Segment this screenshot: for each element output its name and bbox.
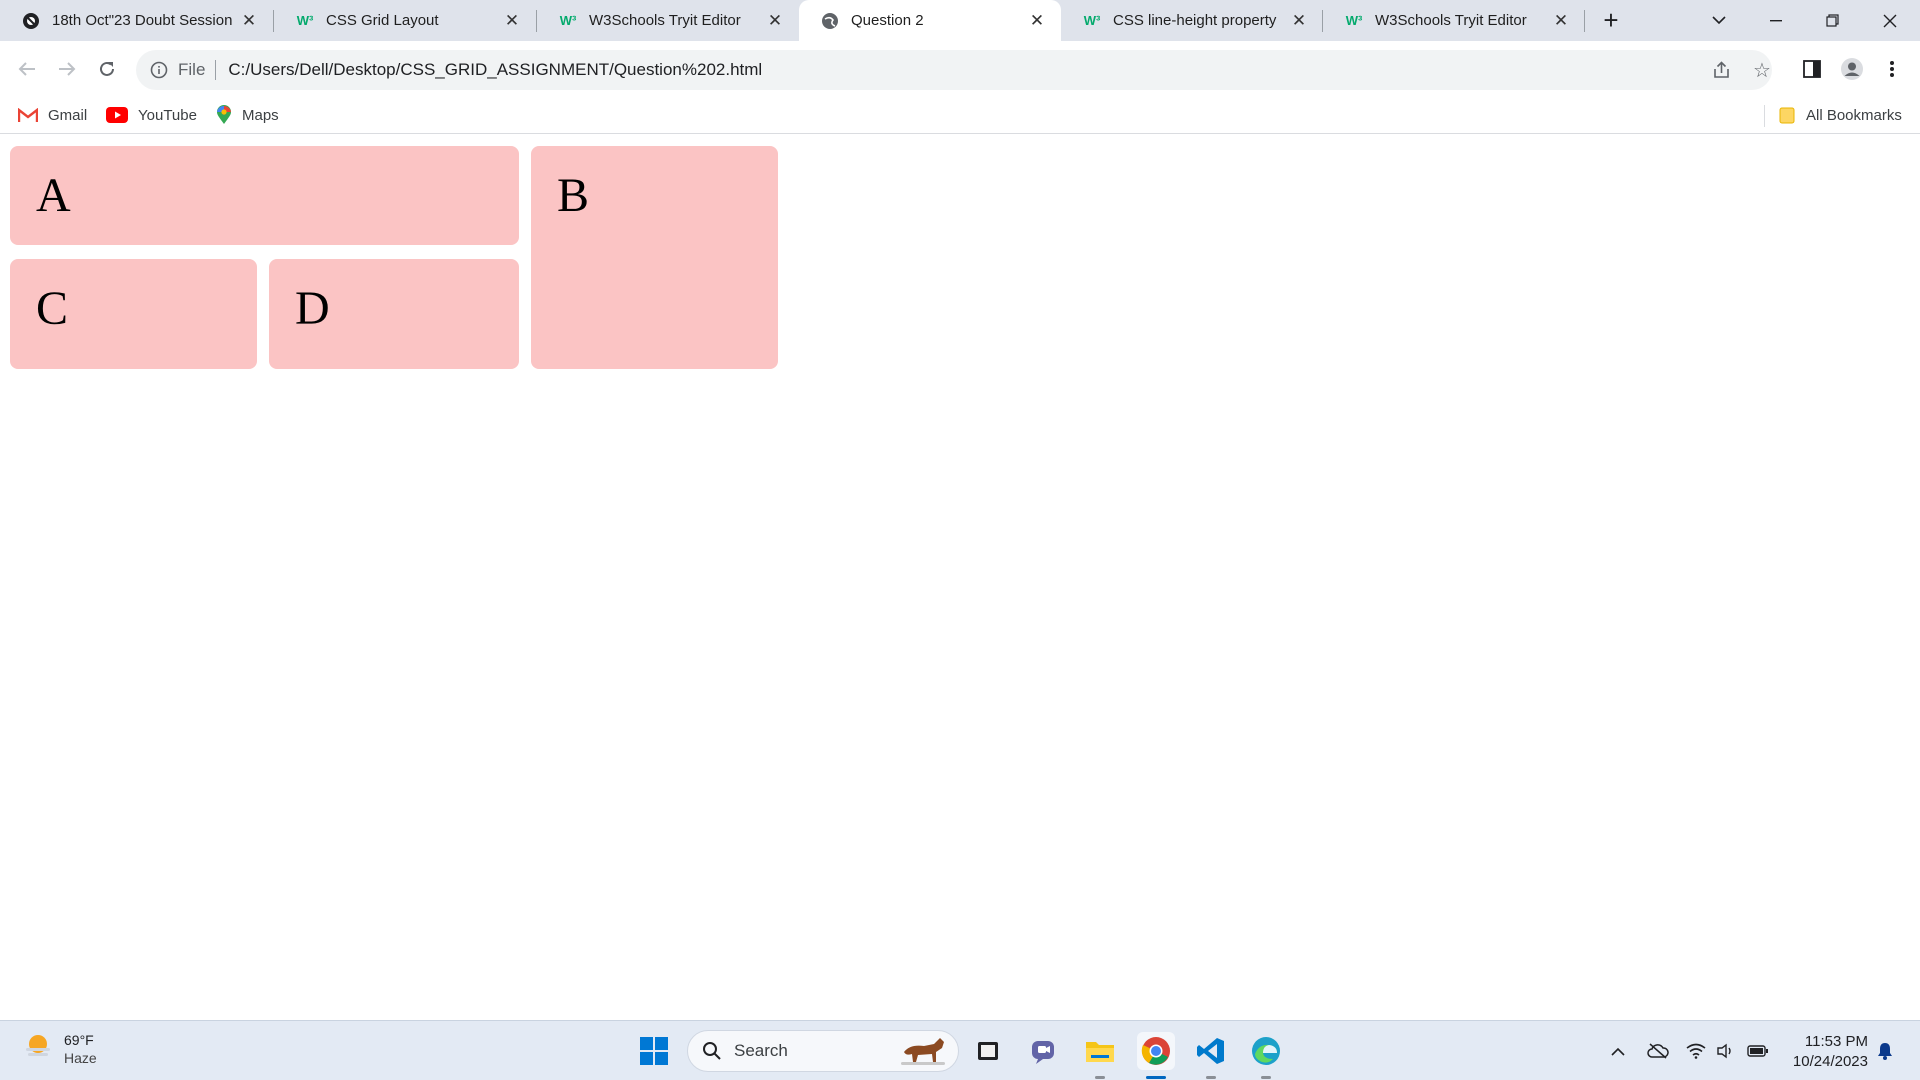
battery-icon[interactable]: [1746, 1039, 1770, 1063]
grid-item-a: A: [10, 146, 519, 245]
back-button[interactable]: [9, 51, 45, 87]
bookmark-star-icon[interactable]: ☆: [1750, 58, 1774, 82]
tab-css-grid-layout[interactable]: W³ CSS Grid Layout ✕: [274, 0, 536, 41]
weather-sun-icon: [22, 1030, 54, 1067]
w3schools-icon: W³: [1083, 13, 1101, 28]
tab-tryit-editor-1[interactable]: W³ W3Schools Tryit Editor ✕: [537, 0, 799, 41]
start-button[interactable]: [635, 1032, 673, 1070]
notification-bell-icon[interactable]: [1873, 1039, 1897, 1063]
task-view-icon[interactable]: [969, 1032, 1007, 1070]
reload-button[interactable]: [89, 51, 125, 87]
edge-icon[interactable]: [1247, 1032, 1285, 1070]
tab-title: 18th Oct"23 Doubt Session: [52, 12, 233, 29]
file-explorer-icon[interactable]: [1081, 1032, 1119, 1070]
tab-strip: 18th Oct"23 Doubt Session ✕ W³ CSS Grid …: [0, 0, 1920, 41]
close-icon[interactable]: ✕: [239, 11, 259, 31]
new-tab-button[interactable]: +: [1583, 0, 1639, 41]
menu-icon[interactable]: [1874, 51, 1910, 87]
bookmark-label: Gmail: [48, 106, 88, 124]
gmail-icon: [18, 107, 38, 123]
tab-title: Question 2: [851, 12, 924, 29]
all-bookmarks-button[interactable]: All Bookmarks: [1778, 97, 1902, 133]
wifi-icon[interactable]: [1684, 1039, 1708, 1063]
search-placeholder: Search: [734, 1041, 788, 1060]
tab-search-button[interactable]: [1691, 0, 1747, 41]
w3schools-icon: W³: [1345, 13, 1363, 28]
tab-title: W3Schools Tryit Editor: [589, 12, 741, 29]
volume-icon[interactable]: [1714, 1039, 1738, 1063]
side-panel-icon[interactable]: [1794, 51, 1830, 87]
close-icon[interactable]: ✕: [1551, 11, 1571, 31]
bookmark-gmail[interactable]: Gmail: [18, 97, 87, 133]
url-scheme: File: [178, 60, 206, 79]
clock-time: 11:53 PM: [1804, 1033, 1868, 1050]
clock[interactable]: 11:53 PM 10/24/2023: [1782, 1032, 1868, 1072]
tab-question-2[interactable]: Question 2 ✕: [799, 0, 1061, 41]
close-icon[interactable]: ✕: [502, 11, 522, 31]
chevron-up-icon[interactable]: [1606, 1039, 1630, 1063]
bookmark-maps[interactable]: Maps: [216, 97, 279, 133]
restore-button[interactable]: [1804, 0, 1860, 41]
temperature: 69°F: [64, 1031, 94, 1048]
tab-title: CSS Grid Layout: [326, 12, 439, 29]
tab-tryit-editor-2[interactable]: W³ W3Schools Tryit Editor ✕: [1323, 0, 1585, 41]
w3schools-icon: W³: [559, 13, 577, 28]
grid-item-b: B: [531, 146, 778, 369]
site-icon: [22, 12, 40, 30]
maps-pin-icon: [216, 105, 232, 125]
youtube-icon: [106, 107, 128, 123]
grid-item-d: D: [269, 259, 519, 369]
profile-avatar[interactable]: [1834, 51, 1870, 87]
browser-toolbar: File C:/Users/Dell/Desktop/CSS_GRID_ASSI…: [0, 41, 1920, 97]
close-window-button[interactable]: [1862, 0, 1918, 41]
bookmark-youtube[interactable]: YouTube: [106, 97, 197, 133]
tab-title: CSS line-height property: [1113, 12, 1277, 29]
active-indicator: [1146, 1076, 1166, 1079]
close-icon[interactable]: ✕: [1289, 11, 1309, 31]
close-icon[interactable]: ✕: [1027, 11, 1047, 31]
teams-chat-icon[interactable]: [1025, 1032, 1063, 1070]
page-content: A B C D: [0, 135, 1920, 1020]
divider: [215, 60, 217, 80]
search-icon: [702, 1041, 722, 1061]
windows-taskbar: 69°F Haze Search 11:53 PM 10/24/2023: [0, 1020, 1920, 1080]
bookmark-label: Maps: [242, 106, 279, 124]
horse-icon: [896, 1034, 950, 1068]
globe-icon: [821, 12, 839, 30]
bookmarks-bar: Gmail YouTube Maps All Bookmarks: [0, 97, 1920, 134]
tab-title: W3Schools Tryit Editor: [1375, 12, 1527, 29]
weather-condition: Haze: [64, 1049, 97, 1066]
running-indicator: [1261, 1076, 1271, 1079]
close-icon[interactable]: ✕: [765, 11, 785, 31]
bookmark-label: YouTube: [138, 106, 197, 124]
onedrive-offline-icon[interactable]: [1646, 1039, 1670, 1063]
url-text[interactable]: C:/Users/Dell/Desktop/CSS_GRID_ASSIGNMEN…: [228, 60, 762, 80]
running-indicator: [1206, 1076, 1216, 1079]
tab-doubt-session[interactable]: 18th Oct"23 Doubt Session ✕: [0, 0, 273, 41]
vscode-icon[interactable]: [1192, 1032, 1230, 1070]
minimize-button[interactable]: [1748, 0, 1804, 41]
bookmark-label: All Bookmarks: [1806, 106, 1902, 124]
share-icon[interactable]: [1710, 58, 1734, 82]
address-bar[interactable]: File C:/Users/Dell/Desktop/CSS_GRID_ASSI…: [136, 50, 1772, 90]
taskbar-search[interactable]: Search: [687, 1030, 959, 1072]
weather-widget[interactable]: 69°F Haze: [22, 1030, 97, 1067]
chrome-icon[interactable]: [1137, 1032, 1175, 1070]
divider: [1764, 105, 1765, 127]
running-indicator: [1095, 1076, 1105, 1079]
clock-date: 10/24/2023: [1792, 1053, 1868, 1070]
w3schools-icon: W³: [296, 13, 314, 28]
info-icon[interactable]: [148, 59, 170, 81]
folder-icon: [1778, 106, 1796, 124]
grid-item-c: C: [10, 259, 257, 369]
tab-line-height[interactable]: W³ CSS line-height property ✕: [1061, 0, 1323, 41]
forward-button[interactable]: [49, 51, 85, 87]
